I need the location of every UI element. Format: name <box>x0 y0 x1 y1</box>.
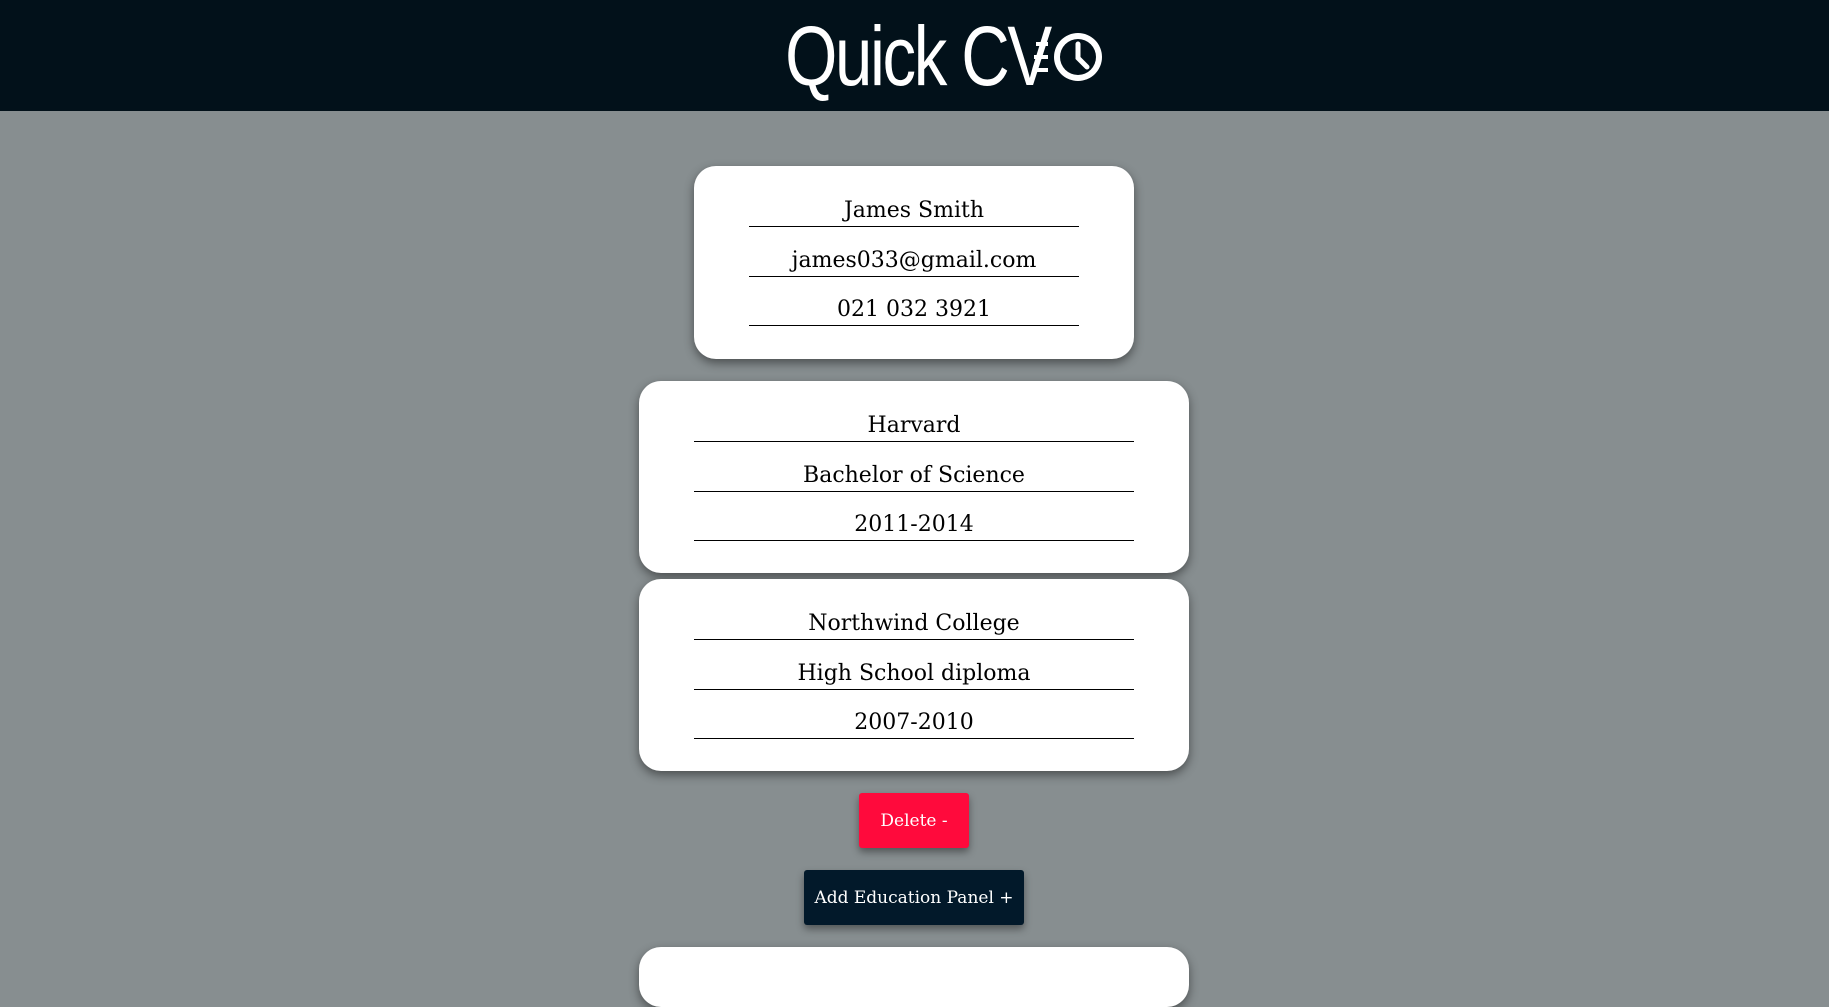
education-panel: Harvard Bachelor of Science 2011-2014 <box>639 381 1189 573</box>
degree-field[interactable]: High School diploma <box>694 659 1134 690</box>
delete-education-button[interactable]: Delete - <box>859 793 969 848</box>
next-panel <box>639 947 1189 1007</box>
school-field[interactable]: Northwind College <box>694 609 1134 640</box>
years-field[interactable]: 2011-2014 <box>694 510 1134 541</box>
app-title: Quick CV <box>785 8 1052 103</box>
name-field[interactable]: James Smith <box>749 196 1079 227</box>
education-panel: Northwind College High School diploma 20… <box>639 579 1189 771</box>
personal-info-panel: James Smith james033@gmail.com 021 032 3… <box>694 166 1134 359</box>
brand-logo: Quick CV <box>719 14 1110 98</box>
add-education-panel-button[interactable]: Add Education Panel + <box>804 870 1024 925</box>
school-field[interactable]: Harvard <box>694 411 1134 442</box>
email-field[interactable]: james033@gmail.com <box>749 246 1079 277</box>
app-header: Quick CV <box>0 0 1829 111</box>
degree-field[interactable]: Bachelor of Science <box>694 461 1134 492</box>
years-field[interactable]: 2007-2010 <box>694 708 1134 739</box>
phone-field[interactable]: 021 032 3921 <box>749 295 1079 326</box>
